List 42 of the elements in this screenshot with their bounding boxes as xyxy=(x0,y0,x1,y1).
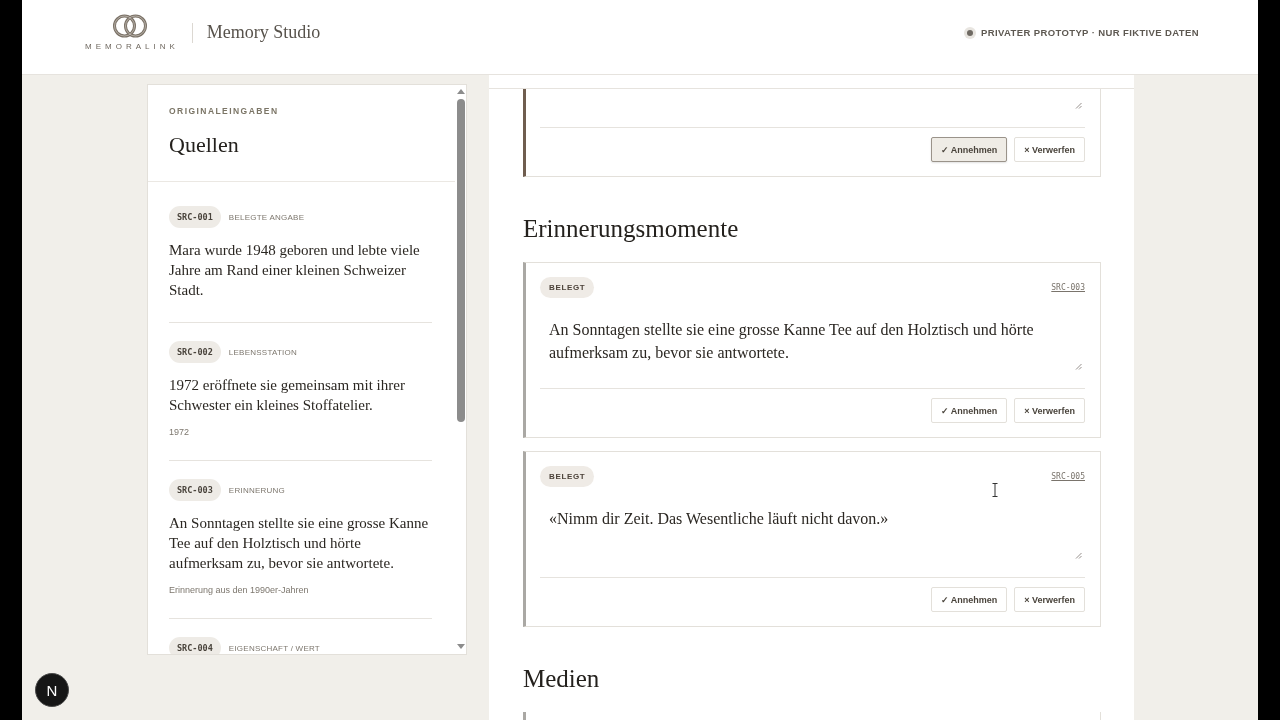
text-area[interactable]: «Nimm dir Zeit. Das Wesentliche läuft nicht davon.» xyxy=(540,500,1085,563)
status-dot-icon xyxy=(964,26,976,39)
source-link[interactable]: SRC-005 xyxy=(1051,472,1085,481)
accept-button[interactable]: ✓ Annehmen xyxy=(930,137,1008,162)
resize-handle-icon[interactable] xyxy=(1075,552,1082,559)
source-id-tag: SRC-001 xyxy=(169,206,221,228)
resize-handle-icon[interactable] xyxy=(1075,102,1082,109)
panel-eyebrow: ORIGINALEINGABEN xyxy=(169,105,280,117)
source-text: 1972 eröffnete sie gemeinsam mit ihrer Schwester ein kleines Stoffatelier. xyxy=(169,376,406,415)
section-heading: Medien xyxy=(523,664,601,694)
reject-button[interactable]: × Verwerfen xyxy=(1014,398,1085,423)
source-type: BELEGTE ANGABE xyxy=(228,212,305,222)
source-id-tag: SRC-004 xyxy=(169,637,221,654)
scrollbar-thumb[interactable] xyxy=(456,99,465,422)
accept-button[interactable]: ✓ Annehmen xyxy=(930,587,1008,612)
section-heading: Erinnerungsmomente xyxy=(523,214,740,244)
rings-logo-icon xyxy=(111,14,148,38)
reject-button[interactable]: × Verwerfen xyxy=(1014,137,1085,162)
scroll-up-icon[interactable] xyxy=(456,89,465,94)
source-text: An Sonntagen stellte sie eine grosse Kanne Tee auf den Holztisch und hörte aufmerksam zu, bevor sie antwortete. xyxy=(169,514,430,573)
panel-title: Quellen xyxy=(169,131,240,159)
prototype-notice: PRIVATER PROTOTYP · NUR FIKTIVE DATEN xyxy=(981,27,1199,38)
source-type: LEBENSSTATION xyxy=(228,347,297,357)
source-text: Mara wurde 1948 geboren und lebte viele Jahre am Rand einer kleinen Schweizer Stadt. xyxy=(169,241,421,300)
app-title: Memory Studio xyxy=(206,22,321,43)
status-badge: BELEGT xyxy=(540,277,595,298)
source-note: 1972 xyxy=(169,427,191,438)
source-type: ERINNERUNG xyxy=(228,485,285,495)
source-link[interactable]: SRC-003 xyxy=(1051,283,1085,292)
source-id-tag: SRC-003 xyxy=(169,479,221,501)
logo-text: MEMORALINK xyxy=(85,42,179,51)
source-note: Erinnerung aus den 1990er-Jahren xyxy=(169,585,310,596)
accept-button[interactable]: ✓ Annehmen xyxy=(930,398,1008,423)
text-cursor-icon xyxy=(992,483,998,497)
status-badge: BELEGT xyxy=(540,466,595,487)
source-id-tag: SRC-002 xyxy=(169,341,221,363)
scroll-down-icon[interactable] xyxy=(456,644,465,649)
reject-button[interactable]: × Verwerfen xyxy=(1014,587,1085,612)
source-type: EIGENSCHAFT / WERT xyxy=(228,643,320,653)
dev-tools-button[interactable]: N xyxy=(35,673,69,707)
text-area[interactable]: An Sonntagen stellte sie eine grosse Kanne Tee auf den Holztisch und hörte aufmerksam zu, bevor sie antwortete. xyxy=(540,311,1085,374)
resize-handle-icon[interactable] xyxy=(1075,363,1082,370)
